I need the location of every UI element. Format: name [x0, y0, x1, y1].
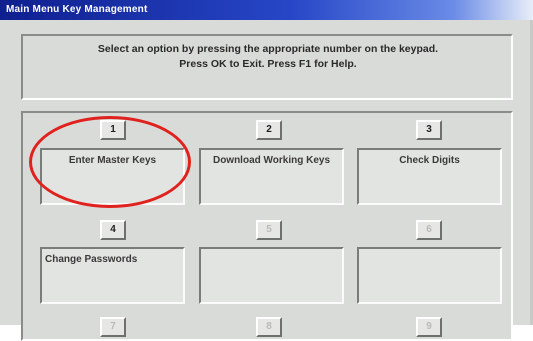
option-empty-5[interactable] [199, 247, 344, 304]
instruction-line-1: Select an option by pressing the appropr… [97, 43, 439, 55]
number-button-4[interactable]: 4 [100, 220, 126, 240]
option-change-passwords[interactable]: Change Passwords [40, 247, 185, 304]
instruction-text: Select an option by pressing the appropr… [29, 42, 507, 72]
number-button-9[interactable]: 9 [416, 317, 442, 337]
option-label-3: Check Digits [399, 155, 460, 166]
number-button-2[interactable]: 2 [256, 120, 282, 140]
option-label-1: Enter Master Keys [68, 155, 157, 166]
window-title: Main Menu Key Management [6, 4, 148, 15]
number-button-5[interactable]: 5 [256, 220, 282, 240]
option-download-working-keys[interactable]: Download Working Keys [199, 148, 344, 205]
instruction-line-2: Press OK to Exit. Press F1 for Help. [179, 58, 357, 70]
option-check-digits[interactable]: Check Digits [357, 148, 502, 205]
option-label-2: Download Working Keys [212, 155, 331, 166]
option-empty-6[interactable] [357, 247, 502, 304]
instruction-panel: Select an option by pressing the appropr… [21, 34, 513, 100]
number-button-8[interactable]: 8 [256, 317, 282, 337]
number-button-3[interactable]: 3 [416, 120, 442, 140]
option-label-4: Change Passwords [45, 254, 138, 265]
option-enter-master-keys[interactable]: Enter Master Keys [40, 148, 185, 205]
number-button-7[interactable]: 7 [100, 317, 126, 337]
number-button-1[interactable]: 1 [100, 120, 126, 140]
number-button-6[interactable]: 6 [416, 220, 442, 240]
title-bar[interactable]: Main Menu Key Management [0, 0, 533, 20]
